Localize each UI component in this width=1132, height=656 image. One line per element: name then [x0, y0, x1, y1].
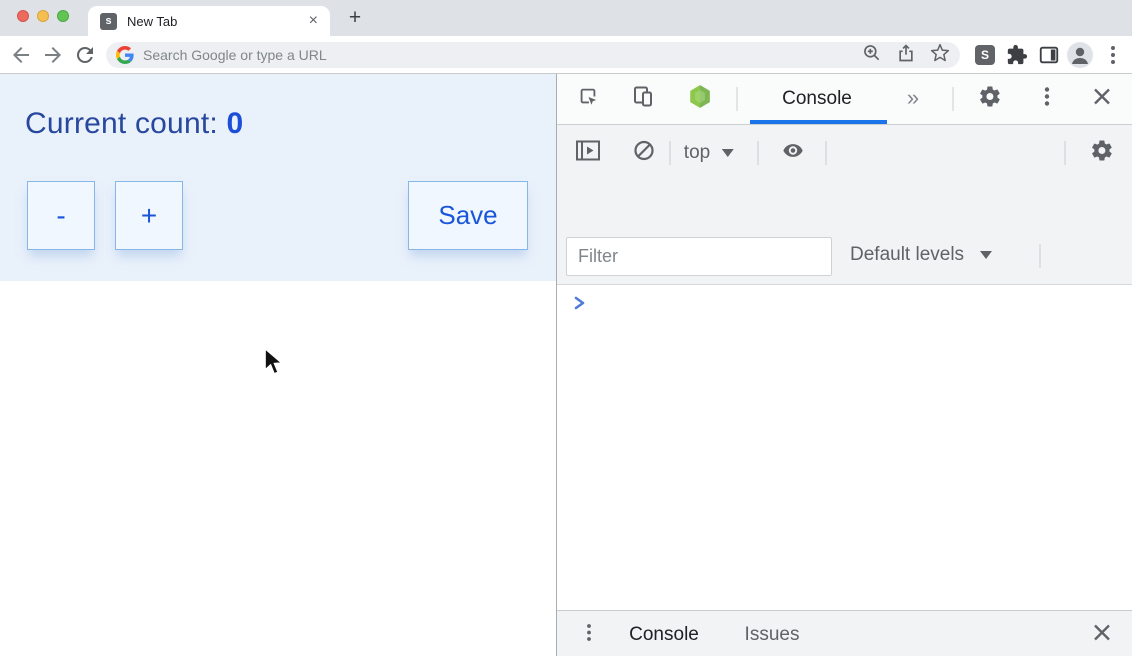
devtools-close-icon[interactable]: [1092, 87, 1112, 112]
separator: [758, 141, 759, 165]
separator: [670, 141, 671, 165]
drawer-close-icon[interactable]: [1092, 623, 1112, 648]
macos-close-button[interactable]: [17, 10, 29, 22]
zoom-page-icon[interactable]: [862, 43, 882, 68]
count-value: 0: [226, 107, 243, 140]
content-area: Current count: 0 - + Save: [0, 74, 1132, 656]
browser-tab[interactable]: s New Tab ×: [88, 6, 330, 36]
increment-button[interactable]: +: [115, 181, 183, 250]
browser-window: s New Tab × +: [0, 0, 1132, 656]
drawer-menu-icon[interactable]: [584, 623, 594, 648]
decrement-button[interactable]: -: [27, 181, 95, 250]
context-selector-label: top: [684, 142, 710, 164]
console-prompt-icon[interactable]: [573, 294, 587, 317]
macos-traffic-lights: [17, 10, 69, 22]
counter-panel: Current count: 0 - + Save: [0, 74, 556, 281]
console-tab-underline: [750, 120, 887, 124]
side-panel-icon[interactable]: [1038, 44, 1060, 71]
devtools-settings-icon[interactable]: [978, 85, 1002, 114]
count-label: Current count:: [25, 107, 218, 140]
tab-close-icon[interactable]: ×: [309, 13, 318, 29]
more-tabs-icon[interactable]: »: [907, 85, 919, 111]
page-title: Current count: 0: [25, 107, 243, 141]
live-expression-eye-icon[interactable]: [779, 140, 807, 167]
drawer-tab-console[interactable]: Console: [629, 624, 699, 646]
save-button[interactable]: Save: [408, 181, 528, 250]
browser-toolbar: S: [0, 36, 1132, 74]
separator: [737, 87, 738, 111]
browser-menu-icon[interactable]: [1106, 45, 1120, 70]
nodejs-icon[interactable]: [687, 84, 713, 115]
extension-badge-icon[interactable]: S: [975, 45, 995, 65]
bookmark-star-icon[interactable]: [930, 43, 950, 68]
tab-favicon-icon: s: [100, 13, 117, 30]
extensions-puzzle-icon[interactable]: [1006, 44, 1028, 71]
share-icon[interactable]: [896, 43, 916, 68]
macos-zoom-button[interactable]: [57, 10, 69, 22]
separator: [826, 141, 827, 165]
reload-button-icon[interactable]: [73, 43, 97, 67]
device-toolbar-icon[interactable]: [631, 85, 655, 114]
mouse-cursor: [263, 347, 285, 382]
omnibox[interactable]: [106, 42, 960, 68]
separator: [1040, 244, 1041, 268]
console-sidebar-icon[interactable]: [575, 139, 601, 168]
devtools-panel: Console »: [557, 74, 1132, 656]
console-messages-area[interactable]: [557, 285, 1132, 610]
console-toolbar: top Default levels: [557, 125, 1132, 285]
devtools-menu-icon[interactable]: [1041, 86, 1053, 113]
context-selector[interactable]: top: [684, 142, 734, 164]
dropdown-caret-icon: [980, 251, 992, 259]
back-button-icon[interactable]: [9, 43, 33, 67]
clear-console-icon[interactable]: [632, 139, 656, 168]
tab-title: New Tab: [127, 14, 309, 29]
inspect-element-icon[interactable]: [577, 86, 599, 113]
separator: [953, 87, 954, 111]
drawer-tab-issues[interactable]: Issues: [745, 624, 800, 646]
separator: [1065, 141, 1066, 165]
google-logo-icon: [116, 46, 134, 64]
new-tab-button[interactable]: +: [342, 5, 368, 31]
macos-minimize-button[interactable]: [37, 10, 49, 22]
dropdown-caret-icon: [722, 149, 734, 157]
devtools-drawer: Console Issues: [557, 610, 1132, 656]
filter-input[interactable]: [566, 237, 832, 276]
console-settings-icon[interactable]: [1090, 139, 1114, 168]
omnibox-input[interactable]: [143, 47, 848, 63]
tab-strip: s New Tab × +: [0, 0, 1132, 36]
profile-avatar[interactable]: [1067, 42, 1093, 73]
page-viewport: Current count: 0 - + Save: [0, 74, 556, 656]
levels-dropdown[interactable]: Default levels: [850, 244, 992, 266]
tab-console[interactable]: Console: [782, 88, 852, 110]
forward-button-icon[interactable]: [41, 43, 65, 67]
devtools-tabbar: Console »: [557, 74, 1132, 125]
levels-dropdown-label: Default levels: [850, 244, 964, 266]
